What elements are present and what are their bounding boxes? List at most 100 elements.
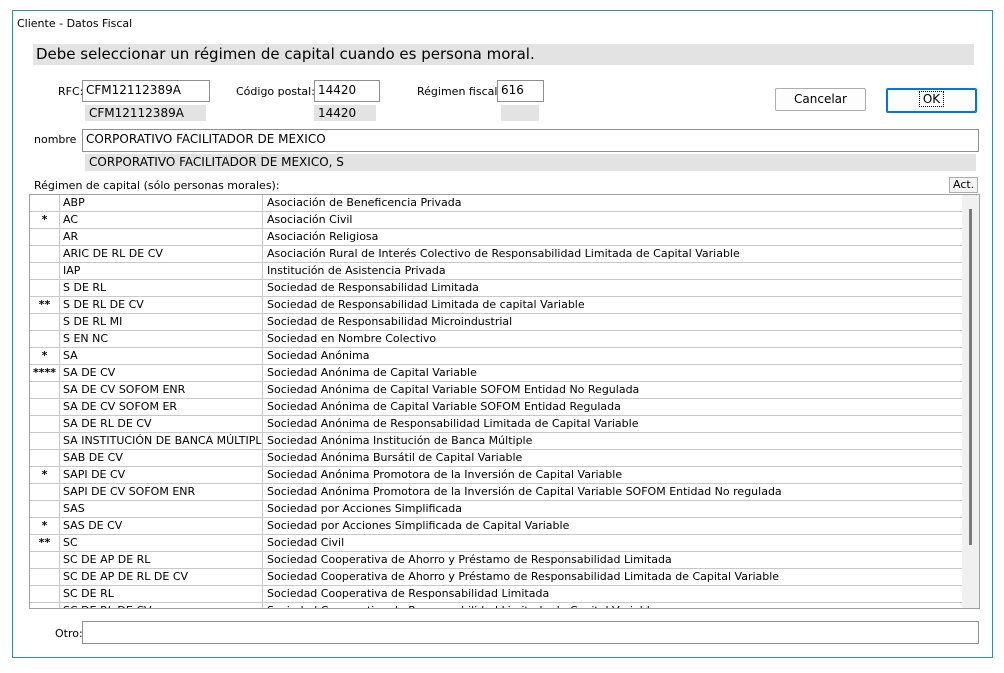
tax-regime-previous-value [501,105,539,121]
row-marker [30,314,60,331]
postal-code-label: Código postal: [236,85,315,98]
row-description: Sociedad Anónima [267,349,370,362]
row-description: Sociedad en Nombre Colectivo [267,332,437,345]
row-marker: ** [30,297,60,314]
table-row[interactable]: SC DE AP DE RL DE CV Sociedad Cooperativa… [30,569,962,586]
row-description: Sociedad Anónima de Responsabilidad Limi… [267,417,639,430]
row-code: SA INSTITUCIÓN DE BANCA MÚLTIPLE [61,433,263,450]
row-description: Sociedad Anónima de Capital Variable SOF… [267,383,640,396]
table-row[interactable]: SC DE RL DE CVSociedad Cooperativa de Re… [30,603,962,608]
table-row[interactable]: SC DE AP DE RL Sociedad Cooperativa de Ah… [30,552,962,569]
table-row[interactable]: IAP Institución de Asistencia Privada [30,263,962,280]
rfc-input[interactable]: CFM12112389A [82,80,210,102]
warning-banner: Debe seleccionar un régimen de capital c… [33,44,974,65]
row-code: AC [61,212,263,229]
row-marker [30,552,60,569]
postal-code-input[interactable]: 14420 [314,80,380,102]
row-marker: **** [30,365,60,382]
table-row[interactable]: S DE RL MI Sociedad de Responsabilidad Mi… [30,314,962,331]
tax-regime-input[interactable]: 616 [497,80,544,102]
ok-button[interactable]: OK [886,88,977,113]
table-row[interactable]: ABP Asociación de Beneficencia Privada [30,195,962,212]
row-marker [30,433,60,450]
row-marker [30,586,60,603]
table-row[interactable]: SA DE CV SOFOM ENR Sociedad Anónima de Ca… [30,382,962,399]
row-description: Sociedad Anónima de Capital Variable SOF… [267,400,621,413]
row-code: SAS DE CV [61,518,263,535]
scrollbar-thumb[interactable] [969,209,972,545]
cancel-button[interactable]: Cancelar [775,88,866,111]
capital-regime-table[interactable]: ABP Asociación de Beneficencia Privada * AC… [29,194,980,609]
table-row[interactable]: AR Asociación Religiosa [30,229,962,246]
row-marker [30,280,60,297]
table-row[interactable]: ** S DE RL DE CV Sociedad de Responsabilid… [30,297,962,314]
postal-code-previous-value: 14420 [314,105,376,121]
row-code: SA DE CV [61,365,263,382]
table-row[interactable]: * SAPI DE CV Sociedad Anónima Promotora de… [30,467,962,484]
other-label: Otro: [55,627,83,640]
row-marker [30,382,60,399]
row-code: SAPI DE CV SOFOM ENR [61,484,263,501]
name-label: nombre [34,133,77,146]
row-code: SA DE CV SOFOM ER [61,399,263,416]
row-code: ABP [61,195,263,212]
row-marker [30,450,60,467]
table-row[interactable]: * SAS DE CV Sociedad por Acciones Simplifi… [30,518,962,535]
row-marker [30,246,60,263]
vertical-scrollbar[interactable] [962,195,979,608]
table-row[interactable]: SAS Sociedad por Acciones Simplificada [30,501,962,518]
table-row[interactable]: SA INSTITUCIÓN DE BANCA MÚLTIPLE Sociedad… [30,433,962,450]
table-row[interactable]: * AC Asociación Civil [30,212,962,229]
row-code: SC DE RL DE CV [61,603,263,608]
row-code: S DE RL DE CV [61,297,263,314]
row-description: Sociedad de Responsabilidad Microindustr… [267,315,513,328]
table-row[interactable]: SA DE RL DE CV Sociedad Anónima de Respon… [30,416,962,433]
name-input[interactable]: CORPORATIVO FACILITADOR DE MEXICO [82,129,979,152]
row-marker [30,263,60,280]
row-description: Sociedad Anónima Institución de Banca Mú… [267,434,533,447]
row-code: S EN NC [61,331,263,348]
row-description: Sociedad Anónima de Capital Variable [267,366,477,379]
row-description: Sociedad de Responsabilidad Limitada de … [267,298,585,311]
row-marker [30,399,60,416]
window-title: Cliente - Datos Fiscal [17,17,133,30]
row-description: Sociedad de Responsabilidad Limitada [267,281,479,294]
table-row[interactable]: SAB DE CV Sociedad Anónima Bursátil de Ca… [30,450,962,467]
row-marker: * [30,348,60,365]
row-description: Asociación Religiosa [267,230,379,243]
row-description: Sociedad Civil [267,536,345,549]
table-row[interactable]: S DE RL Sociedad de Responsabilidad Limit… [30,280,962,297]
row-code: SAS [61,501,263,518]
row-description: Sociedad Cooperativa de Ahorro y Préstam… [267,553,672,566]
row-code: S DE RL [61,280,263,297]
row-code: SA DE CV SOFOM ENR [61,382,263,399]
table-row[interactable]: **** SA DE CV Sociedad Anónima de Capital … [30,365,962,382]
row-marker [30,501,60,518]
refresh-button[interactable]: Act. [949,177,979,193]
row-description: Asociación Rural de Interés Colectivo de… [267,247,740,260]
row-description: Institución de Asistencia Privada [267,264,446,277]
row-marker [30,569,60,586]
row-marker: ** [30,535,60,552]
table-row[interactable]: SAPI DE CV SOFOM ENR Sociedad Anónima Pro… [30,484,962,501]
table-row[interactable]: S EN NC Sociedad en Nombre Colectivo [30,331,962,348]
tax-regime-label: Régimen fiscal: [417,85,502,98]
row-description: Sociedad Cooperativa de Responsabilidad … [267,587,550,600]
row-marker [30,484,60,501]
rfc-previous-value: CFM12112389A [85,105,206,121]
table-row[interactable]: * SA Sociedad Anónima [30,348,962,365]
table-row[interactable]: SC DE RL Sociedad Cooperativa de Responsa… [30,586,962,603]
table-row[interactable]: ARIC DE RL DE CV Asociación Rural de Inte… [30,246,962,263]
row-marker [30,229,60,246]
other-input[interactable] [82,621,979,644]
table-row[interactable]: SA DE CV SOFOM ER Sociedad Anónima de Cap… [30,399,962,416]
row-code: SC DE AP DE RL DE CV [61,569,263,586]
row-code: AR [61,229,263,246]
row-code: SAB DE CV [61,450,263,467]
row-description: Sociedad Anónima Bursátil de Capital Var… [267,451,523,464]
rfc-label: RFC: [58,85,84,98]
table-row[interactable]: ** SC Sociedad Civil [30,535,962,552]
row-code: SAPI DE CV [61,467,263,484]
row-description: Sociedad Cooperativa de Ahorro y Préstam… [267,570,780,583]
row-code: SC DE AP DE RL [61,552,263,569]
